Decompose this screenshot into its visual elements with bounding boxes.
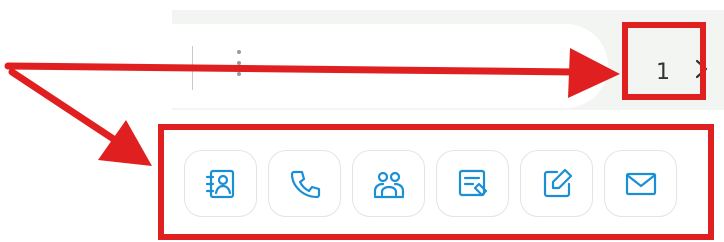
screenshot-canvas: 1 <box>0 0 724 242</box>
pagination-highlight-box <box>622 22 706 100</box>
arrow-to-actions <box>8 68 122 146</box>
actions-highlight-box <box>158 124 714 240</box>
more-options-icon[interactable] <box>234 50 244 84</box>
arrow-to-actions-head <box>98 120 152 166</box>
input-divider <box>192 46 193 90</box>
